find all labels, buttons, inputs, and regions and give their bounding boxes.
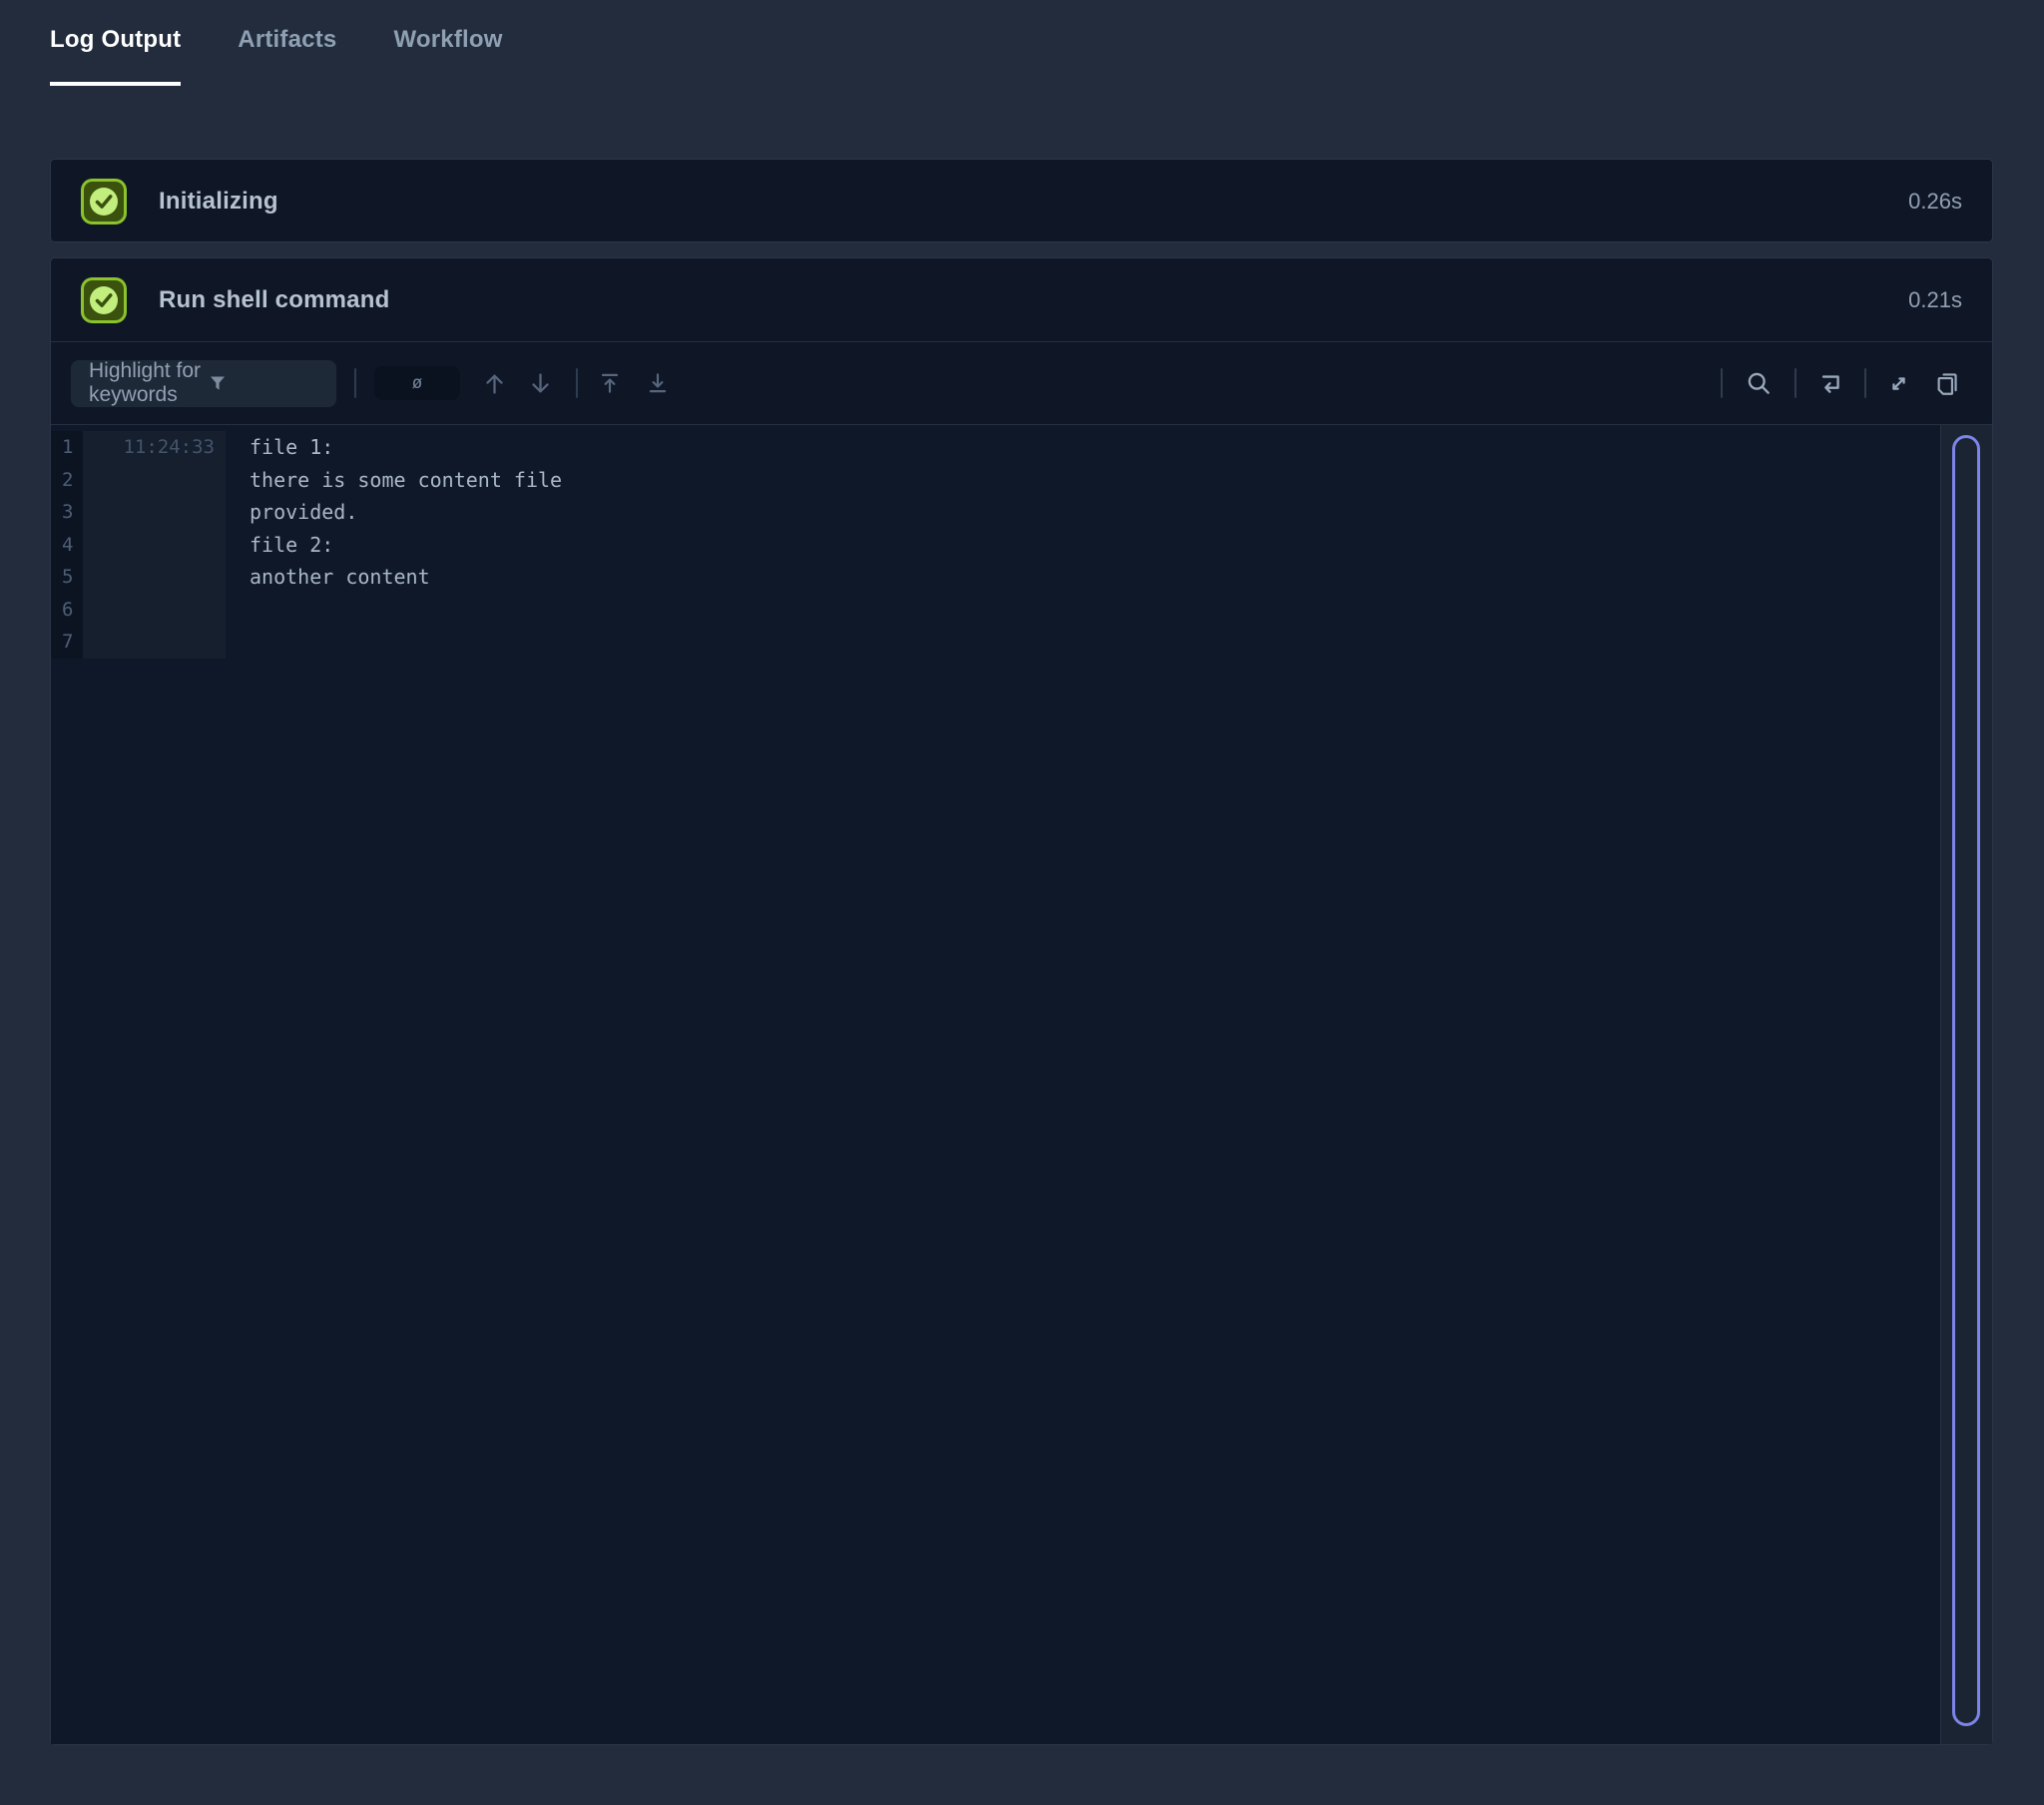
- tab-workflow[interactable]: Workflow: [393, 26, 502, 86]
- line-timestamp: [83, 594, 226, 627]
- highlight-keywords-placeholder: Highlight for keywords: [89, 359, 206, 407]
- log-viewer: 1 11:24:33 file 1: 2 there is some conte…: [51, 425, 1992, 1744]
- log-line: 4 file 2:: [51, 529, 1940, 562]
- divider: [1794, 368, 1796, 398]
- log-toolbar: Highlight for keywords ø: [51, 342, 1992, 425]
- funnel-icon: [206, 371, 322, 395]
- copy-icon[interactable]: [1928, 365, 1964, 401]
- line-timestamp: [83, 496, 226, 529]
- divider: [576, 368, 578, 398]
- wrap-lines-icon[interactable]: [1812, 365, 1848, 401]
- line-number: 4: [51, 529, 83, 562]
- tab-bar: Log Output Artifacts Workflow: [50, 26, 503, 86]
- search-icon[interactable]: [1741, 365, 1777, 401]
- success-check-icon: [81, 179, 127, 225]
- line-number: 7: [51, 626, 83, 659]
- log-content: 1 11:24:33 file 1: 2 there is some conte…: [51, 425, 1940, 1744]
- line-timestamp: [83, 529, 226, 562]
- line-text: file 1:: [226, 431, 333, 464]
- line-text: file 2:: [226, 529, 333, 562]
- line-timestamp: [83, 464, 226, 497]
- log-line: 6: [51, 594, 1940, 627]
- line-timestamp: [83, 626, 226, 659]
- step-card-initializing: Initializing 0.26s: [50, 159, 1993, 242]
- build-log-page: Log Output Artifacts Workflow Initializi…: [0, 0, 2044, 1805]
- highlight-keywords-input[interactable]: Highlight for keywords: [71, 360, 336, 407]
- step-card-run-shell-command: Run shell command 0.21s Highlight for ke…: [50, 257, 1993, 1745]
- step-header-initializing[interactable]: Initializing 0.26s: [51, 160, 1992, 243]
- step-duration: 0.21s: [1908, 287, 1962, 313]
- line-timestamp: 11:24:33: [83, 431, 226, 464]
- line-text: another content: [226, 561, 430, 594]
- step-title: Initializing: [159, 188, 1908, 216]
- match-count-badge: ø: [374, 366, 460, 400]
- line-number: 6: [51, 594, 83, 627]
- log-line: 7: [51, 626, 1940, 659]
- line-text: [226, 626, 250, 659]
- line-number: 2: [51, 464, 83, 497]
- log-line: 5 another content: [51, 561, 1940, 594]
- line-number: 5: [51, 561, 83, 594]
- line-timestamp: [83, 561, 226, 594]
- line-number: 1: [51, 431, 83, 464]
- expand-icon[interactable]: [1880, 365, 1916, 401]
- log-scrollbar-thumb[interactable]: [1952, 435, 1980, 1726]
- tab-log-output[interactable]: Log Output: [50, 26, 181, 86]
- scroll-to-top-icon[interactable]: [592, 365, 628, 401]
- log-scrollbar-track[interactable]: [1940, 425, 1992, 1744]
- divider: [354, 368, 356, 398]
- divider: [1721, 368, 1723, 398]
- arrow-down-icon[interactable]: [522, 365, 558, 401]
- step-duration: 0.26s: [1908, 189, 1962, 215]
- line-text: [226, 594, 250, 627]
- step-title: Run shell command: [159, 286, 1908, 314]
- tab-artifacts[interactable]: Artifacts: [238, 26, 336, 86]
- scroll-to-bottom-icon[interactable]: [640, 365, 676, 401]
- log-line: 1 11:24:33 file 1:: [51, 431, 1940, 464]
- step-header-run-shell-command[interactable]: Run shell command 0.21s: [51, 258, 1992, 342]
- log-line: 3 provided.: [51, 496, 1940, 529]
- line-number: 3: [51, 496, 83, 529]
- log-line: 2 there is some content file: [51, 464, 1940, 497]
- line-text: there is some content file: [226, 464, 562, 497]
- success-check-icon: [81, 277, 127, 323]
- divider: [1864, 368, 1866, 398]
- arrow-up-icon[interactable]: [476, 365, 512, 401]
- line-text: provided.: [226, 496, 357, 529]
